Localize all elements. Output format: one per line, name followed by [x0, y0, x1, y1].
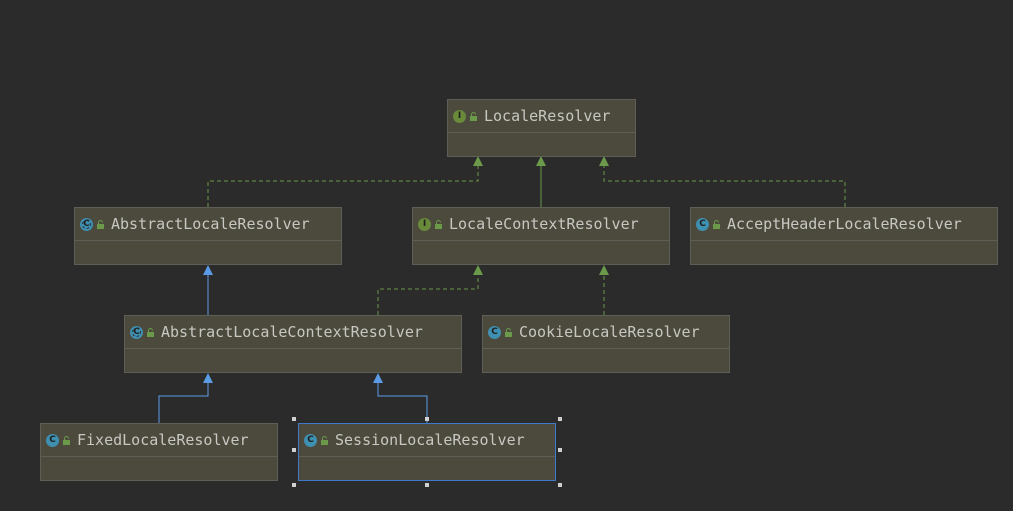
node-label: AbstractLocaleContextResolver — [161, 323, 423, 341]
selection-handle-bottom-left[interactable] — [292, 483, 296, 487]
node-label: LocaleResolver — [484, 107, 611, 125]
node-header: C AcceptHeaderLocaleResolver — [691, 208, 997, 241]
selection-handle-top-left[interactable] — [292, 417, 296, 421]
node-header: C SessionLocaleResolver — [299, 424, 555, 457]
lock-icon — [147, 327, 154, 337]
node-fixed-locale-resolver[interactable]: C FixedLocaleResolver — [40, 423, 278, 481]
arrowhead — [373, 373, 383, 383]
interface-icon: I — [418, 217, 431, 231]
selection-handle-bottom-middle[interactable] — [425, 483, 429, 487]
arrowhead — [599, 156, 609, 166]
edge-abstract-implements-locale-resolver — [207, 163, 479, 207]
edge-fixed-extends-abstract-context — [158, 380, 209, 423]
class-icon: C — [46, 433, 59, 447]
edge-session-extends-abstract-context — [377, 380, 428, 423]
node-header: C CookieLocaleResolver — [483, 316, 729, 349]
lock-icon — [321, 435, 328, 445]
node-header: C FixedLocaleResolver — [41, 424, 277, 457]
node-header: C AbstractLocaleContextResolver — [125, 316, 461, 349]
arrowhead — [473, 156, 483, 166]
node-label: SessionLocaleResolver — [335, 431, 525, 449]
selection-handle-top-right[interactable] — [558, 417, 562, 421]
abstract-class-icon: C — [80, 217, 93, 231]
arrowhead — [473, 265, 483, 275]
node-header: I LocaleResolver — [448, 100, 635, 133]
node-label: AbstractLocaleResolver — [111, 215, 310, 233]
edge-abstract-context-implements-context — [377, 272, 479, 315]
node-accept-header-locale-resolver[interactable]: C AcceptHeaderLocaleResolver — [690, 207, 998, 265]
lock-icon — [713, 219, 720, 229]
node-abstract-locale-context-resolver[interactable]: C AbstractLocaleContextResolver — [124, 315, 462, 373]
lock-icon — [435, 219, 442, 229]
node-abstract-locale-resolver[interactable]: C AbstractLocaleResolver — [74, 207, 342, 265]
node-header: I LocaleContextResolver — [413, 208, 669, 241]
node-locale-context-resolver[interactable]: I LocaleContextResolver — [412, 207, 670, 265]
class-icon: C — [304, 433, 317, 447]
selection-handle-middle-right[interactable] — [558, 448, 562, 452]
abstract-class-icon: C — [130, 325, 143, 339]
lock-icon — [97, 219, 104, 229]
lock-icon — [505, 327, 512, 337]
node-label: FixedLocaleResolver — [77, 431, 249, 449]
node-header: C AbstractLocaleResolver — [75, 208, 341, 241]
arrowhead — [599, 265, 609, 275]
selection-handle-top-middle[interactable] — [425, 417, 429, 421]
node-locale-resolver[interactable]: I LocaleResolver — [447, 99, 636, 157]
class-icon: C — [696, 217, 709, 231]
class-icon: C — [488, 325, 501, 339]
lock-icon — [63, 435, 70, 445]
lock-icon — [470, 111, 477, 121]
node-label: CookieLocaleResolver — [519, 323, 700, 341]
arrowhead — [203, 265, 213, 275]
edge-accept-header-implements-locale-resolver — [603, 163, 846, 207]
node-cookie-locale-resolver[interactable]: C CookieLocaleResolver — [482, 315, 730, 373]
arrowhead — [536, 156, 546, 166]
interface-icon: I — [453, 109, 466, 123]
selection-handle-bottom-right[interactable] — [558, 483, 562, 487]
node-label: LocaleContextResolver — [449, 215, 639, 233]
selection-handle-middle-left[interactable] — [292, 448, 296, 452]
node-session-locale-resolver[interactable]: C SessionLocaleResolver — [298, 423, 556, 481]
node-label: AcceptHeaderLocaleResolver — [727, 215, 962, 233]
arrowhead — [203, 373, 213, 383]
